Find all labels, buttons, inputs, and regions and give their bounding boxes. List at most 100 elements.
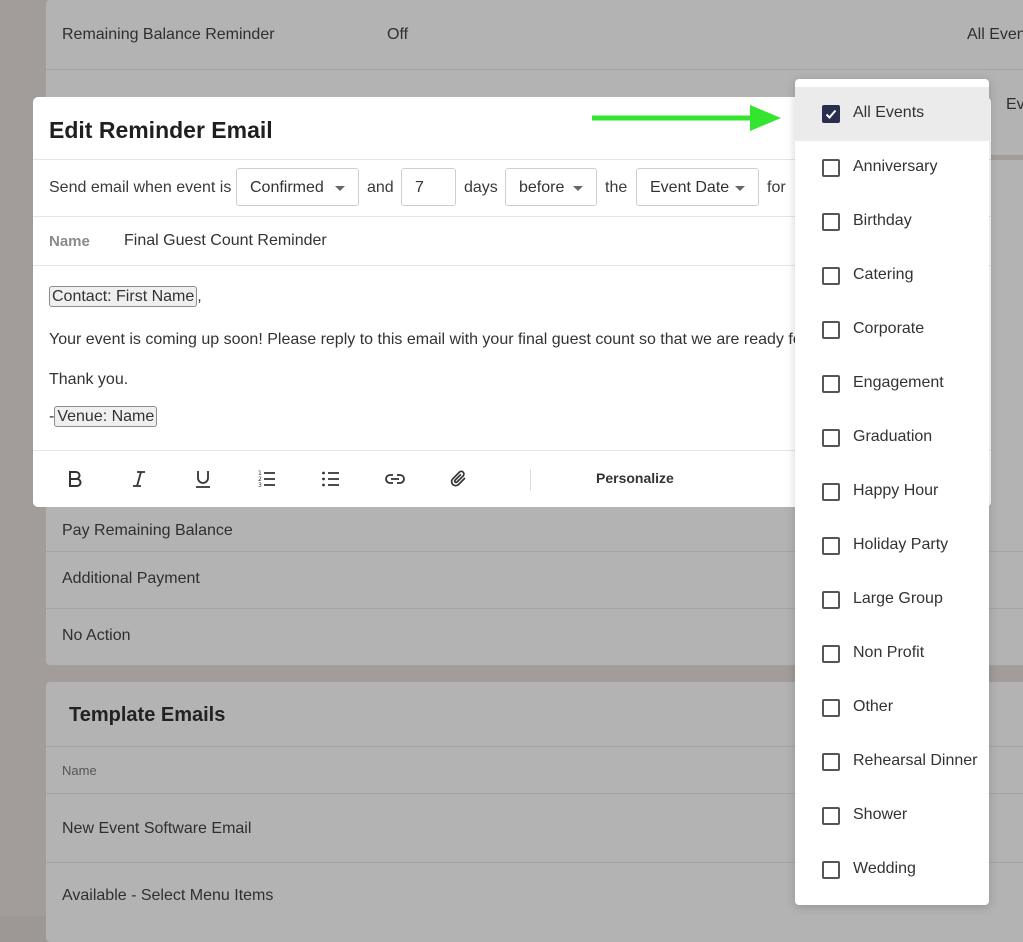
checkbox[interactable] — [822, 537, 840, 555]
checkbox[interactable] — [822, 861, 840, 879]
ordered-list-icon: 123 — [258, 470, 275, 489]
action-label: Additional Payment — [62, 570, 200, 587]
reminder-status: Off — [387, 26, 409, 43]
chevron-down-icon — [735, 186, 745, 191]
bold-button[interactable] — [61, 465, 89, 493]
column-header-name[interactable]: Name — [62, 763, 97, 778]
option-rehearsal-dinner[interactable]: Rehearsal Dinner — [795, 735, 989, 789]
name-input[interactable]: Final Guest Count Reminder — [124, 232, 327, 250]
option-engagement[interactable]: Engagement — [795, 357, 989, 411]
days-label: days — [464, 179, 498, 196]
condition-prefix: Send email when event is — [49, 179, 232, 196]
reminder-scope: Even — [1006, 96, 1023, 113]
bullet-list-button[interactable] — [317, 465, 345, 493]
checkmark-icon — [825, 109, 837, 119]
bold-icon — [69, 471, 82, 487]
bullet-list-icon — [322, 471, 339, 487]
option-label: Other — [853, 698, 894, 715]
template-name: New Event Software Email — [62, 820, 252, 837]
ordered-list-button[interactable]: 123 — [253, 465, 281, 493]
body-closing: Thank you. — [49, 371, 129, 388]
checkbox[interactable] — [822, 645, 840, 663]
checkbox[interactable] — [822, 267, 840, 285]
for-label: for — [767, 179, 786, 196]
greeting-suffix: , — [197, 288, 202, 305]
template-name: Available - Select Menu Items — [62, 887, 274, 904]
italic-button[interactable] — [125, 465, 153, 493]
link-button[interactable] — [381, 465, 409, 493]
checkbox[interactable] — [822, 159, 840, 177]
before-after-select[interactable]: before — [505, 168, 597, 206]
date-field-select[interactable]: Event Date — [636, 168, 759, 206]
option-wedding[interactable]: Wedding — [795, 843, 989, 897]
checkbox[interactable] — [822, 699, 840, 717]
personalize-button[interactable]: Personalize — [596, 470, 674, 486]
attachment-button[interactable] — [445, 465, 473, 493]
option-label: Holiday Party — [853, 536, 949, 553]
body-paragraph: Your event is coming up soon! Please rep… — [49, 331, 802, 348]
option-holiday-party[interactable]: Holiday Party — [795, 519, 989, 573]
option-birthday[interactable]: Birthday — [795, 195, 989, 249]
checkbox[interactable] — [822, 429, 840, 447]
italic-icon — [133, 471, 145, 487]
checkbox[interactable] — [822, 483, 840, 501]
option-label: Rehearsal Dinner — [853, 752, 978, 769]
option-other[interactable]: Other — [795, 681, 989, 735]
option-label: Non Profit — [853, 644, 925, 661]
reminder-row-remaining-balance[interactable]: Remaining Balance Reminder Off All Even — [46, 0, 1023, 69]
chevron-down-icon — [335, 186, 345, 191]
action-label: No Action — [62, 627, 131, 644]
option-corporate[interactable]: Corporate — [795, 303, 989, 357]
and-label: and — [367, 179, 394, 196]
option-label: Anniversary — [853, 158, 938, 175]
template-emails-title: Template Emails — [69, 704, 226, 726]
toolbar-separator — [530, 469, 531, 491]
days-value: 7 — [415, 179, 424, 196]
checkbox[interactable] — [822, 753, 840, 771]
event-type-dropdown: All Events Anniversary Birthday Catering… — [795, 79, 989, 905]
option-graduation[interactable]: Graduation — [795, 411, 989, 465]
link-icon — [385, 474, 405, 484]
greeting-line: Contact: First Name, — [49, 286, 202, 307]
checkbox[interactable] — [822, 591, 840, 609]
option-non-profit[interactable]: Non Profit — [795, 627, 989, 681]
svg-text:3: 3 — [258, 482, 262, 489]
underline-icon — [196, 471, 210, 488]
venue-name-tag[interactable]: Venue: Name — [54, 406, 158, 427]
option-label: Corporate — [853, 320, 925, 337]
option-anniversary[interactable]: Anniversary — [795, 141, 989, 195]
the-label: the — [605, 179, 628, 196]
option-shower[interactable]: Shower — [795, 789, 989, 843]
checkbox[interactable] — [822, 807, 840, 825]
option-all-events[interactable]: All Events — [795, 87, 989, 141]
event-status-select[interactable]: Confirmed — [236, 168, 359, 206]
option-label: Happy Hour — [853, 482, 939, 499]
checkbox[interactable] — [822, 375, 840, 393]
contact-first-name-tag[interactable]: Contact: First Name — [49, 286, 198, 307]
option-happy-hour[interactable]: Happy Hour — [795, 465, 989, 519]
modal-title: Edit Reminder Email — [49, 117, 273, 143]
option-label: Birthday — [853, 212, 912, 229]
checkbox-checked[interactable] — [822, 105, 840, 123]
event-status-value: Confirmed — [250, 179, 324, 196]
option-label: Large Group — [853, 590, 943, 607]
date-field-value: Event Date — [650, 179, 730, 196]
option-label: Shower — [853, 806, 908, 823]
attachment-icon — [450, 470, 466, 487]
days-input[interactable]: 7 — [401, 168, 456, 206]
option-large-group[interactable]: Large Group — [795, 573, 989, 627]
reminder-scope: All Even — [967, 26, 1023, 43]
option-label: Graduation — [853, 428, 933, 445]
action-label: Pay Remaining Balance — [62, 522, 233, 539]
checkbox[interactable] — [822, 321, 840, 339]
option-label: All Events — [853, 104, 925, 121]
option-catering[interactable]: Catering — [795, 249, 989, 303]
underline-button[interactable] — [189, 465, 217, 493]
signature-line: - Venue: Name — [49, 406, 158, 427]
arrow-right-icon — [592, 105, 781, 131]
chevron-down-icon — [573, 186, 583, 191]
name-label: Name — [49, 233, 90, 250]
option-label: Catering — [853, 266, 914, 283]
option-label: Engagement — [853, 374, 944, 391]
checkbox[interactable] — [822, 213, 840, 231]
